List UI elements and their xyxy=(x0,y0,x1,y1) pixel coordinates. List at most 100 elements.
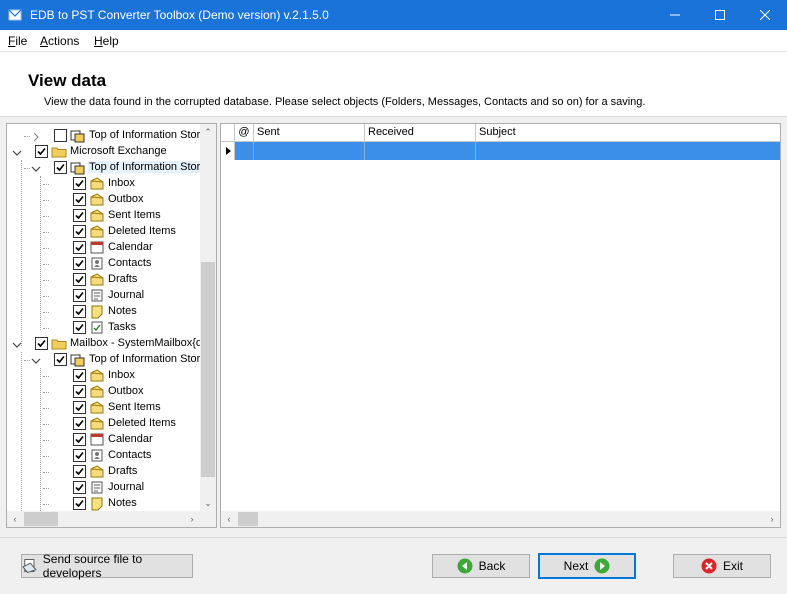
tree-connector xyxy=(24,136,30,137)
tree-item-label: Journal xyxy=(108,481,145,493)
tree-item-checkbox[interactable] xyxy=(73,385,86,398)
send-source-file-button[interactable]: Send source file to developers xyxy=(21,552,193,580)
scroll-left-icon[interactable]: ‹ xyxy=(7,511,23,527)
tree-item[interactable]: Contacts xyxy=(7,256,200,272)
cell-subject[interactable] xyxy=(476,142,780,160)
folder-tree[interactable]: Top of Information Store Microsoft Exchan… xyxy=(6,123,217,528)
tree-vertical-scroll-thumb[interactable] xyxy=(201,262,215,477)
tree-item[interactable]: Sent Items xyxy=(7,400,200,416)
check-mark-icon xyxy=(37,339,46,348)
scroll-right-icon[interactable]: › xyxy=(764,511,780,527)
tree-item-checkbox[interactable] xyxy=(54,129,67,142)
title-bar: EDB to PST Converter Toolbox (Demo versi… xyxy=(0,0,787,30)
table-row[interactable] xyxy=(221,142,780,160)
tree-item[interactable]: Deleted Items xyxy=(7,416,200,432)
tree-item[interactable]: Calendar xyxy=(7,432,200,448)
scroll-down-icon[interactable]: ⌄ xyxy=(200,495,216,511)
chevron-down-icon[interactable] xyxy=(12,147,22,157)
tree-item-checkbox[interactable] xyxy=(73,497,86,510)
menu-file[interactable]: File xyxy=(8,34,27,48)
cell-attachment[interactable] xyxy=(235,142,254,160)
tree-item-checkbox[interactable] xyxy=(73,417,86,430)
tree-item-checkbox[interactable] xyxy=(73,193,86,206)
column-header-received[interactable]: Received xyxy=(365,124,476,142)
tree-item[interactable]: Outbox xyxy=(7,384,200,400)
tree-item-checkbox[interactable] xyxy=(73,289,86,302)
tree-item-label: Mailbox - SystemMailbox{d3 xyxy=(70,337,200,349)
tree-item[interactable]: Journal xyxy=(7,480,200,496)
tree-item-checkbox[interactable] xyxy=(73,369,86,382)
tree-item[interactable]: Calendar xyxy=(7,240,200,256)
tree-item-checkbox[interactable] xyxy=(73,257,86,270)
tree-item[interactable]: Top of Information Store xyxy=(7,160,200,176)
tree-item[interactable]: Drafts xyxy=(7,272,200,288)
grid-horizontal-scrollbar[interactable]: ‹ › xyxy=(221,511,780,527)
tree-item-checkbox[interactable] xyxy=(35,337,48,350)
tree-item[interactable]: Inbox xyxy=(7,368,200,384)
tree-horizontal-scroll-thumb[interactable] xyxy=(24,512,58,526)
tree-item-checkbox[interactable] xyxy=(54,353,67,366)
tree-item-checkbox[interactable] xyxy=(73,177,86,190)
notes-icon xyxy=(89,304,105,319)
tree-item[interactable]: Top of Information Store xyxy=(7,352,200,368)
chevron-down-icon[interactable] xyxy=(31,355,41,365)
tree-item[interactable]: Outbox xyxy=(7,192,200,208)
back-button[interactable]: Back xyxy=(432,554,530,578)
chevron-down-icon[interactable] xyxy=(31,163,41,173)
tree-item-checkbox[interactable] xyxy=(73,465,86,478)
tree-item[interactable]: Contacts xyxy=(7,448,200,464)
cell-received[interactable] xyxy=(365,142,476,160)
contacts-icon xyxy=(89,256,105,271)
maximize-button[interactable] xyxy=(697,0,742,30)
cell-sent[interactable] xyxy=(254,142,365,160)
tree-item[interactable]: Tasks xyxy=(7,320,200,336)
tree-item[interactable]: Notes xyxy=(7,304,200,320)
tree-item-checkbox[interactable] xyxy=(73,273,86,286)
scroll-up-icon[interactable]: ⌃ xyxy=(200,124,216,140)
tree-horizontal-scrollbar[interactable]: ‹ › xyxy=(7,511,200,527)
next-button[interactable]: Next xyxy=(538,553,636,579)
tree-item[interactable]: Notes xyxy=(7,496,200,511)
tree-item-checkbox[interactable] xyxy=(73,433,86,446)
tree-item[interactable]: Deleted Items xyxy=(7,224,200,240)
close-button[interactable] xyxy=(742,0,787,30)
check-mark-icon xyxy=(75,259,84,268)
tree-item[interactable]: Inbox xyxy=(7,176,200,192)
check-mark-icon xyxy=(75,403,84,412)
tree-item[interactable]: Microsoft Exchange xyxy=(7,144,200,160)
chevron-down-icon[interactable] xyxy=(12,339,22,349)
tree-item-checkbox[interactable] xyxy=(73,401,86,414)
check-mark-icon xyxy=(75,451,84,460)
tree-item-checkbox[interactable] xyxy=(73,209,86,222)
grid-horizontal-scroll-thumb[interactable] xyxy=(238,512,258,526)
store-icon xyxy=(70,160,86,175)
tree-item-checkbox[interactable] xyxy=(73,481,86,494)
tree-item[interactable]: Sent Items xyxy=(7,208,200,224)
row-selector[interactable] xyxy=(221,142,235,160)
exit-button[interactable]: Exit xyxy=(673,554,771,578)
tree-item-checkbox[interactable] xyxy=(73,449,86,462)
tree-item-checkbox[interactable] xyxy=(73,241,86,254)
column-header-sent[interactable]: Sent xyxy=(254,124,365,142)
chevron-right-icon[interactable] xyxy=(31,131,41,142)
mail-folder-icon xyxy=(89,464,105,479)
tree-item-checkbox[interactable] xyxy=(35,145,48,158)
tree-item-checkbox[interactable] xyxy=(73,321,86,334)
tree-item[interactable]: Journal xyxy=(7,288,200,304)
menu-help[interactable]: Help xyxy=(94,34,119,48)
tree-item[interactable]: Mailbox - SystemMailbox{d3 xyxy=(7,336,200,352)
tree-vertical-scrollbar[interactable]: ⌃ ⌄ xyxy=(200,124,216,511)
message-grid[interactable]: @ Sent Received Subject ‹ › xyxy=(220,123,781,528)
scroll-right-icon[interactable]: › xyxy=(184,511,200,527)
menu-actions[interactable]: Actions xyxy=(40,34,79,48)
tree-item[interactable]: Drafts xyxy=(7,464,200,480)
tree-item[interactable]: Top of Information Store xyxy=(7,128,200,144)
tree-item-checkbox[interactable] xyxy=(73,305,86,318)
tree-item-checkbox[interactable] xyxy=(54,161,67,174)
calendar-icon xyxy=(89,240,105,255)
column-header-attachment[interactable]: @ xyxy=(235,124,254,142)
column-header-subject[interactable]: Subject xyxy=(476,124,780,142)
tree-item-checkbox[interactable] xyxy=(73,225,86,238)
minimize-button[interactable] xyxy=(652,0,697,30)
scroll-left-icon[interactable]: ‹ xyxy=(221,511,237,527)
